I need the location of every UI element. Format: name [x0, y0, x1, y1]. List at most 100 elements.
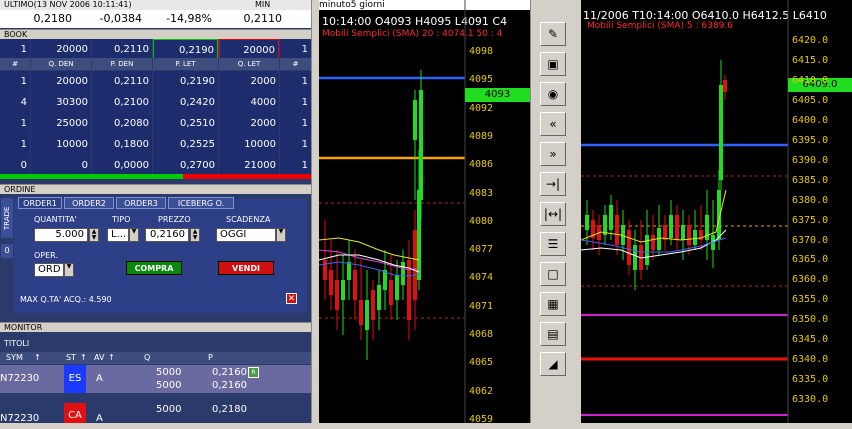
window-icon[interactable]: □	[540, 262, 566, 286]
palette-icon[interactable]: ◢	[540, 352, 566, 376]
expiry-dropdown-icon[interactable]: ▼	[276, 228, 286, 242]
col-p[interactable]: P	[208, 352, 213, 364]
book-cell: 0,2420	[153, 92, 218, 113]
camera-icon[interactable]: ◉	[540, 82, 566, 106]
book-cell: 1	[0, 39, 30, 60]
col-st[interactable]: ST	[66, 352, 76, 364]
monitor-subtitle: TITOLI	[0, 338, 311, 350]
col-q[interactable]: Q	[144, 352, 150, 364]
book-cell: 1	[0, 71, 30, 92]
col-header[interactable]: Q. DEN	[31, 58, 91, 70]
sell-button[interactable]: VENDI	[218, 261, 274, 275]
candle-body	[329, 270, 333, 295]
chart-futures[interactable]: minuto5 giorni 10:14:00 O4093 H4095 L409…	[319, 0, 530, 423]
chart-toolbar: ✎ ▣ ◉ « » →|← |↔| ☰ □ ▦ ▤ ◢	[530, 0, 582, 423]
buy-button[interactable]: COMPRA	[126, 261, 182, 275]
col-header[interactable]: #	[280, 58, 311, 70]
candle-body	[663, 225, 667, 240]
fast-forward-icon[interactable]: »	[540, 142, 566, 166]
min-label: MIN	[255, 0, 271, 9]
price-stepper[interactable]: ▲ ▼	[190, 228, 200, 242]
book-cell: 1	[280, 71, 311, 92]
book-cell: 0,2190	[153, 39, 218, 60]
col-header[interactable]: P. DEN	[92, 58, 152, 70]
book-cell: 0	[0, 155, 30, 176]
book-cell: 1	[280, 134, 311, 155]
col-header[interactable]: Q. LET	[219, 58, 279, 70]
oper-select[interactable]: ORD	[34, 263, 64, 277]
edit-icon[interactable]: ✎	[540, 22, 566, 46]
axis-tick-label: 6365.0	[792, 254, 829, 266]
oper-label: OPER.	[34, 251, 58, 260]
close-icon[interactable]: ✕	[286, 293, 297, 304]
expiry-label: SCADENZA	[226, 215, 271, 224]
trading-panel: ULTIMO(13 NOV 2006 10:11:41) MIN 0,2180 …	[0, 0, 311, 424]
expiry-select[interactable]: OGGI	[216, 228, 276, 242]
chart1-last-price: 4093	[465, 88, 530, 102]
bars-icon[interactable]: ☰	[540, 232, 566, 256]
book-cell: 0	[31, 155, 91, 176]
quantity-stepper[interactable]: ▲ ▼	[89, 228, 99, 242]
axis-tick-label: 6410.0	[792, 74, 829, 86]
row-side: A	[96, 413, 103, 424]
col-sym[interactable]: SYM	[6, 352, 23, 364]
monitor-row[interactable]: N72230 CA A 5000 0,2180	[0, 395, 311, 424]
tab-iceberg[interactable]: ICEBERG O.	[168, 197, 234, 209]
type-select[interactable]: L...	[107, 228, 129, 242]
grid-icon[interactable]: ▦	[540, 292, 566, 316]
book-cell: 21000	[219, 155, 279, 176]
axis-tick-label: 4059	[469, 413, 494, 423]
book-cell: 1	[0, 113, 30, 134]
candle-body	[413, 230, 417, 300]
notes-icon[interactable]: ▤	[540, 322, 566, 346]
axis-tick-label: 4071	[469, 300, 494, 312]
tab-order2[interactable]: ORDER2	[64, 197, 114, 209]
row-status-badge: ES	[64, 365, 86, 393]
save-icon[interactable]: ▣	[540, 52, 566, 76]
price-input[interactable]: 0,2160	[145, 228, 189, 242]
book-cell: 20000	[31, 39, 91, 60]
book-cell: 2000	[219, 113, 279, 134]
monitor-row[interactable]: N72230 ES A 5000 0,2160 5000 0,2160 R	[0, 365, 311, 393]
col-header[interactable]: P. LET	[153, 58, 218, 70]
quantity-input[interactable]: 5.000	[34, 228, 88, 242]
oper-dropdown-icon[interactable]: ▼	[64, 263, 74, 277]
row-side: A	[96, 373, 103, 384]
tab-order3[interactable]: ORDER3	[116, 197, 166, 209]
expand-icon[interactable]: |↔|	[540, 202, 566, 226]
book-cell: 25000	[31, 113, 91, 134]
col-header[interactable]: #	[0, 58, 30, 70]
type-dropdown-icon[interactable]: ▼	[129, 228, 139, 242]
book-cell: 0,2190	[153, 71, 218, 92]
chart-index[interactable]: 11/2006 T10:14:00 O6410.0 H6412.5 L6410 …	[581, 0, 852, 423]
book-cell: 0,2525	[153, 134, 218, 155]
book-header: # Q. DEN P. DEN P. LET Q. LET #	[0, 58, 311, 70]
book-row[interactable]: 1 20000 0,2110 0,2190 2000 1	[0, 71, 311, 92]
compress-icon[interactable]: →|←	[540, 172, 566, 213]
change-value: -0,0384	[99, 12, 142, 25]
axis-tick-label: 6360.0	[792, 274, 829, 286]
candle-body	[669, 215, 673, 238]
rewind-icon[interactable]: «	[540, 112, 566, 136]
book-cell: 0,1800	[92, 134, 152, 155]
book-row[interactable]: 4 30300 0,2100 0,2420 4000 1	[0, 92, 311, 113]
axis-tick-label: 6375.0	[792, 214, 829, 226]
axis-tick-label: 6380.0	[792, 194, 829, 206]
row-edit-icon[interactable]: R	[248, 367, 259, 378]
book-cell: 0,2080	[92, 113, 152, 134]
row-status-badge: CA	[64, 403, 86, 423]
row-symbol: N72230	[0, 373, 40, 384]
col-av[interactable]: AV	[94, 352, 104, 364]
candle-body	[377, 285, 381, 310]
book-row[interactable]: 0 0 0,0000 0,2700 21000 1	[0, 155, 311, 176]
candle-body	[585, 215, 589, 230]
side-tab-2[interactable]: 0	[1, 244, 13, 258]
book-row[interactable]: 1 25000 0,2080 0,2510 2000 1	[0, 113, 311, 134]
tab-order1[interactable]: ORDER1	[18, 197, 62, 209]
book-best-row[interactable]: 1 20000 0,2110 0,2190 20000 1	[0, 39, 311, 60]
axis-tick-label: 6345.0	[792, 334, 829, 346]
book-cell: 0,0000	[92, 155, 152, 176]
book-row[interactable]: 1 10000 0,1800 0,2525 10000 1	[0, 134, 311, 155]
book-cell: 4	[0, 92, 30, 113]
trade-side-tab[interactable]: TRADE	[1, 198, 13, 238]
